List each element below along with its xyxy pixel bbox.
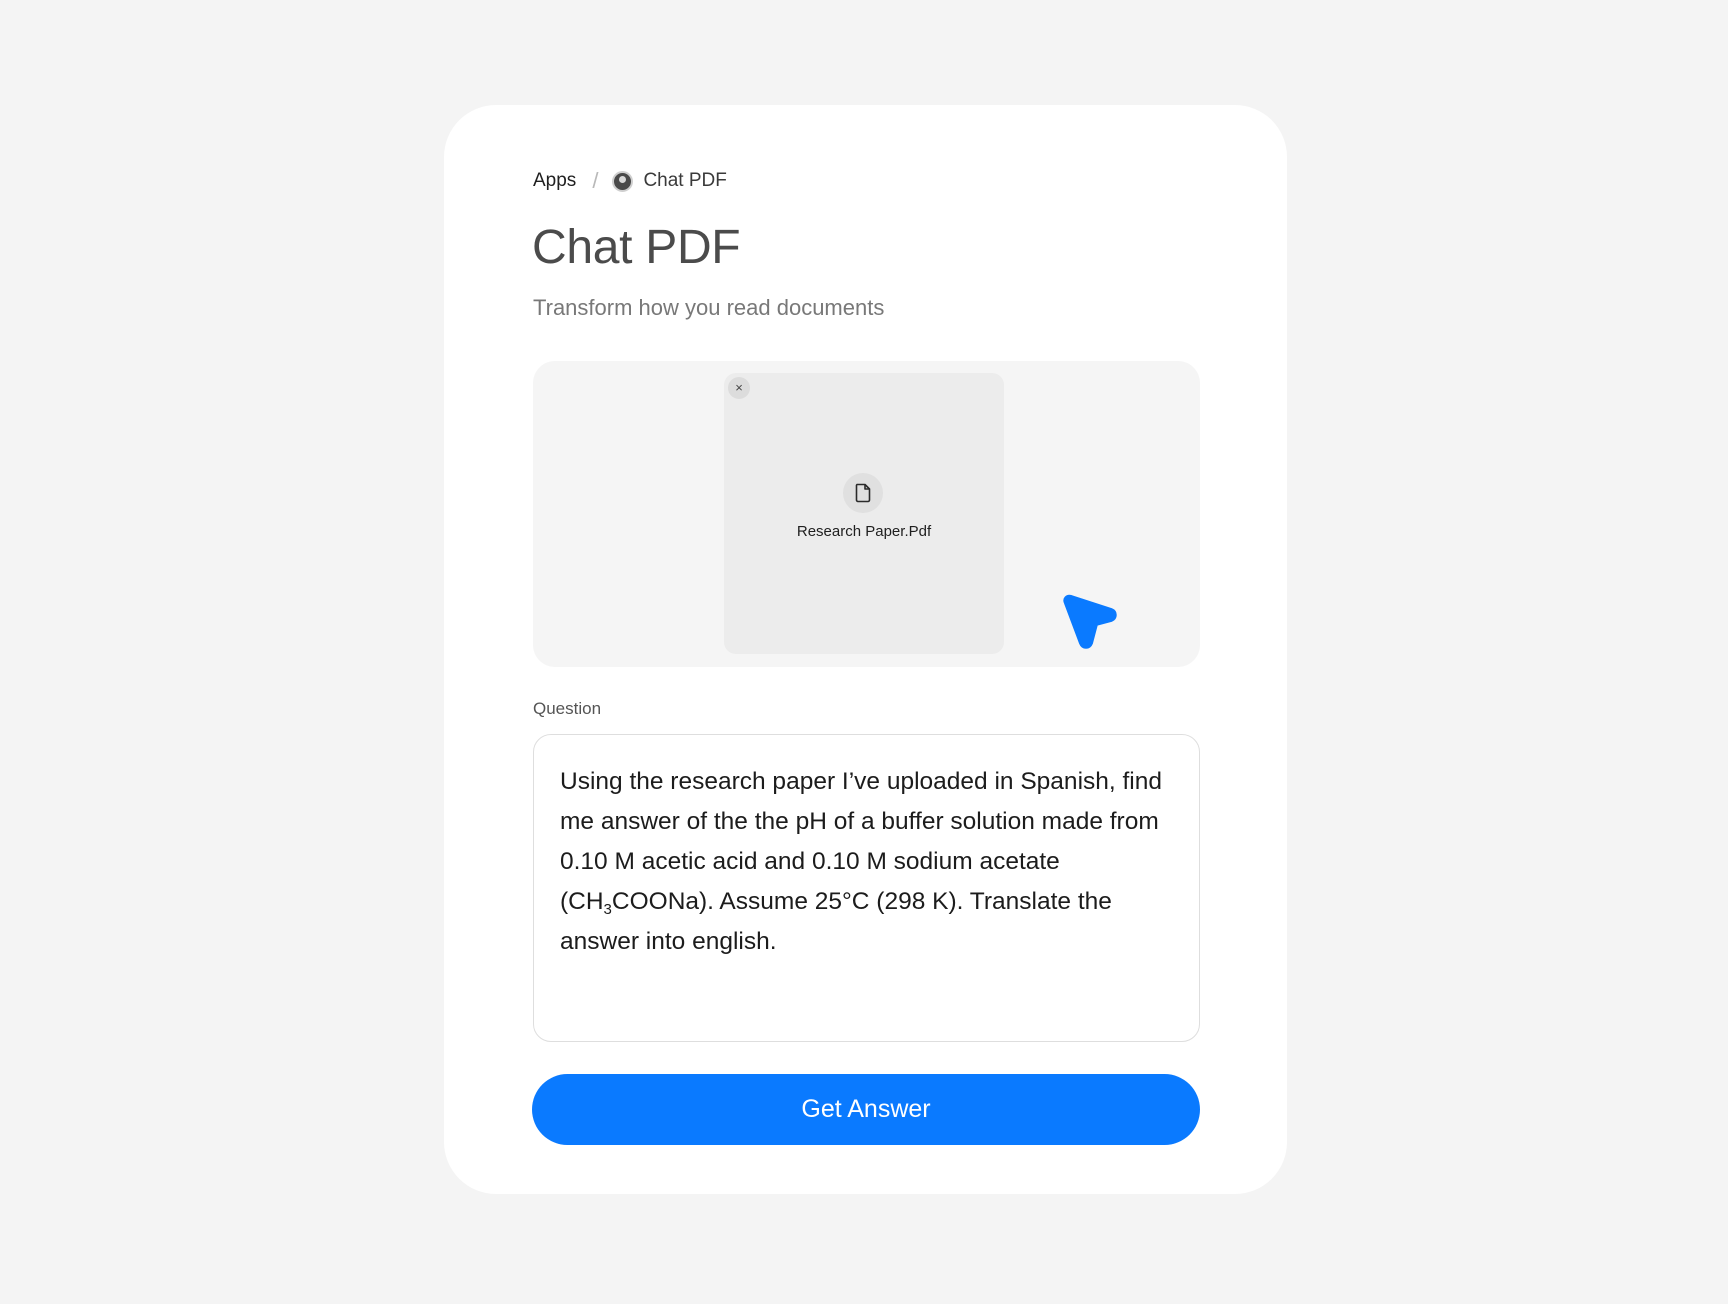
- file-name: Research Paper.Pdf: [796, 523, 932, 540]
- page-subtitle: Transform how you read documents: [533, 295, 885, 320]
- page-title: Chat PDF: [532, 221, 741, 274]
- app-card: Apps / Chat PDF Chat PDF Transform how y…: [444, 105, 1287, 1194]
- get-answer-button[interactable]: Get Answer: [532, 1074, 1200, 1145]
- pointer-arrow-icon: [1063, 594, 1117, 649]
- question-textarea[interactable]: Using the research paper I’ve uploaded i…: [533, 734, 1200, 1042]
- upload-dropzone[interactable]: × Research Paper.Pdf: [533, 361, 1200, 667]
- breadcrumb-apps-link[interactable]: Apps: [533, 170, 576, 192]
- remove-file-button[interactable]: ×: [728, 377, 750, 399]
- question-subscript: 3: [603, 901, 612, 918]
- breadcrumb: Apps / Chat PDF: [533, 163, 727, 199]
- question-text-part-2: COONa). Assume 25°C (298 K). Translate t…: [560, 888, 1112, 955]
- breadcrumb-current: Chat PDF: [643, 170, 727, 191]
- app-avatar: [612, 170, 634, 192]
- document-icon: [843, 473, 883, 513]
- question-label: Question: [533, 699, 602, 718]
- uploaded-file-card[interactable]: × Research Paper.Pdf: [724, 373, 1004, 654]
- breadcrumb-separator: /: [592, 168, 599, 193]
